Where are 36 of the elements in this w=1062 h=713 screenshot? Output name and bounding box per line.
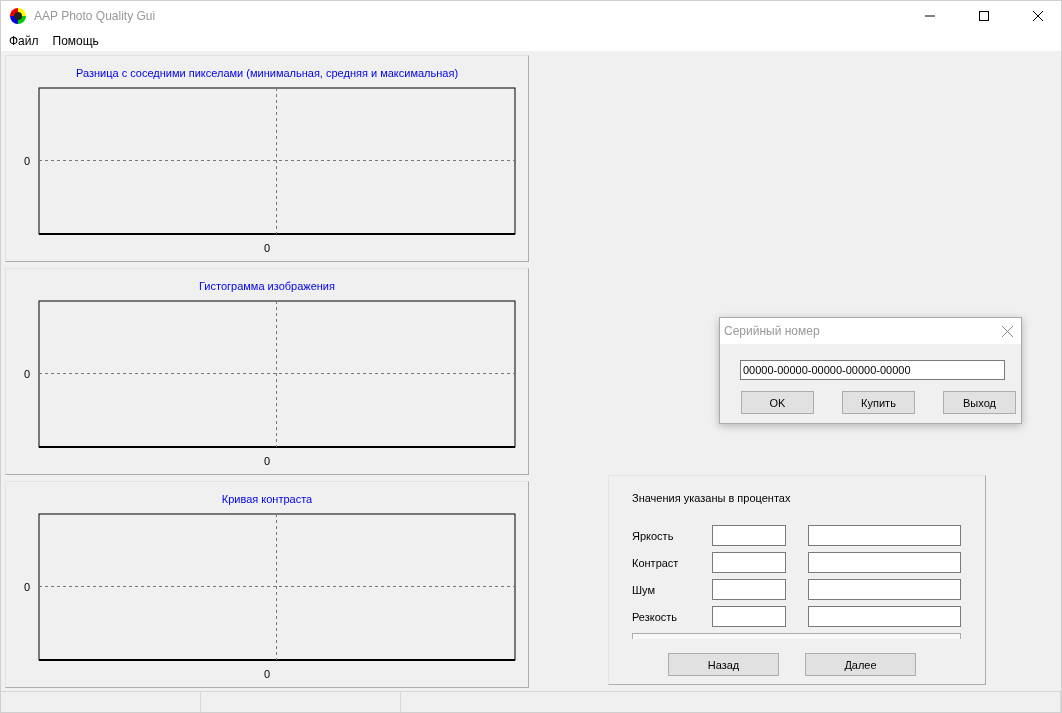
y-tick-label: 0 xyxy=(22,155,31,167)
nav-button[interactable]: Назад xyxy=(668,653,779,676)
app-logo-icon xyxy=(10,8,26,24)
dialog-button[interactable]: Купить xyxy=(842,391,915,414)
input-field[interactable] xyxy=(808,525,961,546)
panel-caption: Значения указаны в процентах xyxy=(632,492,792,504)
input-field[interactable] xyxy=(712,606,786,627)
close-icon xyxy=(1033,11,1043,21)
menu-item[interactable]: Файл xyxy=(9,34,39,48)
chart-title: Разница с соседними пикселами (минимальная, средняя и максимальная) xyxy=(75,67,459,81)
x-tick-label: 0 xyxy=(263,668,271,680)
close-icon[interactable] xyxy=(1002,325,1013,337)
x-tick-label: 0 xyxy=(263,455,271,467)
dialog-button[interactable]: Выход xyxy=(943,391,1016,414)
maximize-icon xyxy=(979,11,989,21)
menu-item[interactable]: Помощь xyxy=(52,34,99,48)
field-label: Яркость xyxy=(632,529,675,542)
input-field[interactable] xyxy=(808,552,961,573)
chart-title: Гистограмма изображения xyxy=(199,280,335,294)
serial-field[interactable]: 00000-00000-00000-00000-00000 xyxy=(740,360,1005,380)
window-title: AAP Photo Quality Gui xyxy=(34,9,157,23)
chart-title: Кривая контраста xyxy=(221,493,313,507)
field-label: Резкость xyxy=(632,610,679,623)
input-field[interactable] xyxy=(712,525,786,546)
y-tick-label: 0 xyxy=(22,581,31,593)
dialog-title: Серийный номер xyxy=(724,324,820,338)
dialog-button[interactable]: OK xyxy=(741,391,814,414)
input-field[interactable] xyxy=(808,606,961,627)
x-tick-label: 0 xyxy=(263,242,271,254)
field-label: Шум xyxy=(632,583,657,596)
input-field[interactable] xyxy=(808,579,961,600)
field-label: Контраст xyxy=(632,556,680,569)
input-field[interactable] xyxy=(712,552,786,573)
nav-button[interactable]: Далее xyxy=(805,653,916,676)
y-tick-label: 0 xyxy=(22,368,31,380)
input-field[interactable] xyxy=(712,579,786,600)
